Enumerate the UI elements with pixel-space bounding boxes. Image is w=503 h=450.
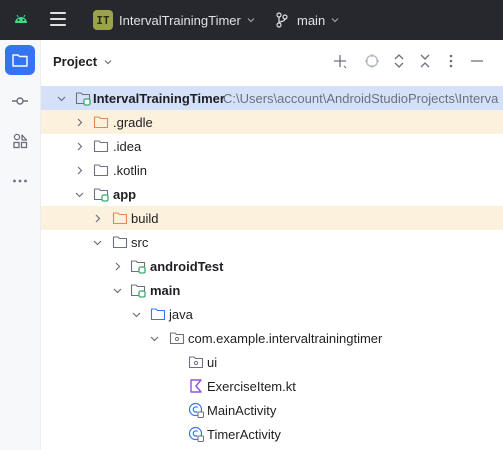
expand-all-icon — [394, 54, 404, 68]
tree-row-gradle[interactable]: .gradle — [41, 110, 503, 134]
tree-label: com.example.intervaltrainingtimer — [188, 331, 383, 346]
tree-row-main[interactable]: main — [41, 278, 503, 302]
tree-label: IntervalTrainingTimer — [93, 91, 225, 106]
chevron-right-icon[interactable] — [93, 214, 102, 223]
module-folder-icon — [130, 260, 146, 274]
more-horizontal-icon — [13, 179, 27, 183]
folder-excluded-icon — [93, 116, 109, 129]
module-folder-icon — [130, 284, 146, 298]
tree-row-exerciseitem[interactable]: ExerciseItem.kt — [41, 374, 503, 398]
module-folder-icon — [93, 188, 109, 202]
chevron-down-icon[interactable] — [75, 190, 84, 199]
chevron-right-icon[interactable] — [75, 166, 84, 175]
branch-name: main — [297, 12, 326, 28]
options-button[interactable] — [442, 52, 460, 70]
menu-line — [50, 24, 66, 26]
chevron-down-icon — [104, 59, 112, 64]
new-file-button[interactable] — [331, 52, 349, 70]
tree-label: java — [169, 307, 193, 322]
panel-title: Project — [53, 54, 98, 69]
tree-label: src — [131, 235, 149, 250]
tree-label: .kotlin — [113, 163, 147, 178]
collapse-all-icon — [420, 54, 430, 68]
tree-row-ui[interactable]: ui — [41, 350, 503, 374]
tree-label: androidTest — [150, 259, 224, 274]
title-bar: IT IntervalTrainingTimer main — [0, 0, 503, 40]
tree-label: ExerciseItem.kt — [207, 379, 296, 394]
project-panel-header: Project — [41, 40, 503, 84]
tree-label: .idea — [113, 139, 142, 154]
module-folder-icon — [75, 92, 91, 106]
tool-window-strip — [0, 40, 41, 450]
chevron-down-icon[interactable] — [150, 334, 159, 343]
tree-row-kotlin[interactable]: .kotlin — [41, 158, 503, 182]
hide-panel-button[interactable] — [468, 52, 486, 70]
package-icon — [169, 332, 185, 345]
commit-tool-button[interactable] — [5, 86, 35, 116]
chevron-down-icon[interactable] — [93, 238, 102, 247]
locate-file-button[interactable] — [363, 52, 381, 70]
project-path: C:\Users\account\AndroidStudioProjects\I… — [223, 91, 499, 106]
tree-row-mainactivity[interactable]: MainActivity — [41, 398, 503, 422]
class-icon — [188, 402, 204, 418]
kotlin-file-icon — [190, 379, 202, 393]
structure-icon — [13, 133, 28, 149]
chevron-right-icon[interactable] — [75, 118, 84, 127]
tree-row-src[interactable]: src — [41, 230, 503, 254]
folder-icon — [12, 54, 28, 67]
chevron-right-icon[interactable] — [75, 142, 84, 151]
structure-tool-button[interactable] — [5, 126, 35, 156]
class-icon — [188, 426, 204, 442]
tree-row-root[interactable]: IntervalTrainingTimer C:\Users\account\A… — [41, 86, 503, 110]
tree-row-idea[interactable]: .idea — [41, 134, 503, 158]
menu-line — [50, 12, 66, 14]
project-badge: IT — [93, 10, 113, 30]
main-menu-button[interactable] — [50, 12, 66, 26]
tree-label: app — [113, 187, 137, 202]
chevron-right-icon[interactable] — [113, 262, 122, 271]
collapse-all-button[interactable] — [416, 52, 434, 70]
project-tool-button[interactable] — [5, 45, 35, 75]
chevron-down-icon — [247, 18, 255, 23]
folder-excluded-icon — [112, 212, 128, 225]
project-switcher[interactable]: IT IntervalTrainingTimer — [93, 9, 255, 31]
android-icon — [15, 14, 27, 23]
crosshair-icon — [365, 54, 379, 68]
tree-label: MainActivity — [207, 403, 277, 418]
tree-label: main — [150, 283, 181, 298]
project-name: IntervalTrainingTimer — [119, 12, 241, 28]
menu-line — [50, 18, 66, 20]
minimize-icon — [471, 60, 483, 62]
tree-row-timeractivity[interactable]: TimerActivity — [41, 422, 503, 446]
folder-icon — [93, 164, 109, 177]
tree-label: ui — [207, 355, 218, 370]
tree-label: build — [131, 211, 159, 226]
tree-row-package[interactable]: com.example.intervaltrainingtimer — [41, 326, 503, 350]
package-icon — [188, 356, 204, 369]
project-view-selector[interactable]: Project — [53, 54, 112, 69]
folder-icon — [112, 236, 128, 249]
tree-label: TimerActivity — [207, 427, 281, 442]
folder-icon — [93, 140, 109, 153]
tree-row-androidtest[interactable]: androidTest — [41, 254, 503, 278]
chevron-down-icon — [331, 18, 339, 23]
add-icon — [334, 55, 347, 69]
more-tools-button[interactable] — [5, 166, 35, 196]
vcs-branch-switcher[interactable]: main — [275, 9, 339, 31]
expand-all-button[interactable] — [390, 52, 408, 70]
tree-label: .gradle — [113, 115, 153, 130]
chevron-down-icon[interactable] — [132, 310, 141, 319]
chevron-down-icon[interactable] — [113, 286, 122, 295]
chevron-down-icon[interactable] — [57, 94, 66, 103]
tree-row-java[interactable]: java — [41, 302, 503, 326]
tree-row-app[interactable]: app — [41, 182, 503, 206]
commit-icon — [12, 97, 28, 105]
tree-row-build[interactable]: build — [41, 206, 503, 230]
more-vertical-icon — [449, 54, 453, 68]
git-branch-icon — [276, 12, 288, 28]
source-folder-icon — [150, 308, 166, 321]
